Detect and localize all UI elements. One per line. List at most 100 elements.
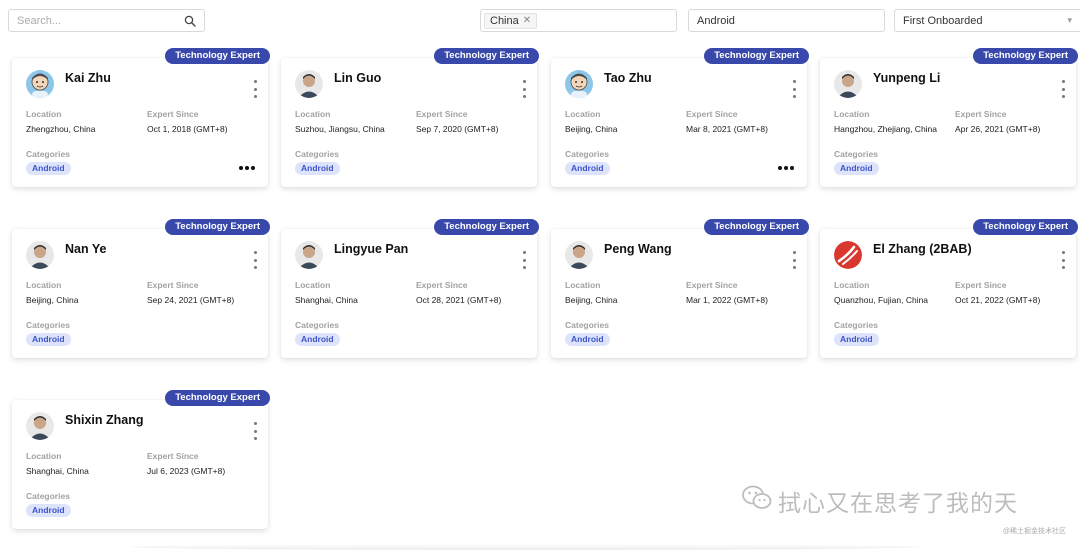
kebab-menu-icon[interactable]: [791, 80, 797, 98]
expert-since-label: Expert Since: [686, 280, 738, 290]
expert-name[interactable]: El Zhang (2BAB): [873, 242, 972, 256]
category-tag[interactable]: Android: [295, 162, 340, 175]
kebab-menu-icon[interactable]: [791, 251, 797, 269]
search-box[interactable]: [8, 9, 205, 32]
expert-name[interactable]: Peng Wang: [604, 242, 672, 256]
expert-since-label: Expert Since: [955, 109, 1007, 119]
expert-since-value: Oct 21, 2022 (GMT+8): [955, 295, 1041, 305]
category-tag[interactable]: Android: [295, 333, 340, 346]
more-horizontal-icon[interactable]: [239, 166, 255, 170]
technology-expert-badge: Technology Expert: [704, 48, 809, 64]
expert-since-label: Expert Since: [416, 280, 468, 290]
expert-since-label: Expert Since: [955, 280, 1007, 290]
location-label: Location: [26, 280, 62, 290]
expert-since-label: Expert Since: [147, 451, 199, 461]
categories-label: Categories: [834, 320, 878, 330]
expert-name[interactable]: Shixin Zhang: [65, 413, 143, 427]
kebab-menu-icon[interactable]: [1060, 251, 1066, 269]
technology-expert-badge: Technology Expert: [973, 219, 1078, 235]
expert-since-label: Expert Since: [147, 109, 199, 119]
expert-since-value: Oct 1, 2018 (GMT+8): [147, 124, 228, 134]
avatar: [295, 241, 323, 269]
categories-label: Categories: [565, 149, 609, 159]
avatar: [26, 412, 54, 440]
country-filter[interactable]: China ✕: [480, 9, 677, 32]
categories-label: Categories: [295, 320, 339, 330]
categories-label: Categories: [26, 320, 70, 330]
technology-expert-badge: Technology Expert: [165, 390, 270, 406]
location-value: Beijing, China: [26, 295, 79, 305]
categories-label: Categories: [26, 491, 70, 501]
kebab-menu-icon[interactable]: [252, 422, 258, 440]
search-input[interactable]: [17, 14, 167, 27]
expert-name[interactable]: Lingyue Pan: [334, 242, 408, 256]
category-tag[interactable]: Android: [834, 162, 879, 175]
category-tag[interactable]: Android: [565, 162, 610, 175]
remove-chip-icon[interactable]: ✕: [523, 15, 531, 26]
expert-card[interactable]: Technology Expert Nan Ye Location Beijing, …: [12, 219, 270, 358]
expert-since-value: Mar 8, 2021 (GMT+8): [686, 124, 768, 134]
expert-since-value: Oct 28, 2021 (GMT+8): [416, 295, 502, 305]
category-filter[interactable]: Android: [688, 9, 885, 32]
expert-since-label: Expert Since: [416, 109, 468, 119]
watermark-text: 拭心又在思考了我的天: [778, 491, 1018, 517]
location-value: Shanghai, China: [295, 295, 358, 305]
category-tag[interactable]: Android: [26, 504, 71, 517]
expert-since-label: Expert Since: [686, 109, 738, 119]
technology-expert-badge: Technology Expert: [434, 48, 539, 64]
more-horizontal-icon[interactable]: [778, 166, 794, 170]
search-icon[interactable]: [184, 15, 196, 27]
expert-name[interactable]: Kai Zhu: [65, 71, 111, 85]
expert-card[interactable]: Technology Expert Kai Zhu Location Zhengzho…: [12, 48, 270, 187]
expert-card[interactable]: Technology Expert Lin Guo Location Suzhou, …: [281, 48, 539, 187]
category-tag[interactable]: Android: [26, 333, 71, 346]
expert-since-label: Expert Since: [147, 280, 199, 290]
location-label: Location: [26, 451, 62, 461]
kebab-menu-icon[interactable]: [252, 80, 258, 98]
kebab-menu-icon[interactable]: [1060, 80, 1066, 98]
avatar: [295, 70, 323, 98]
location-value: Shanghai, China: [26, 466, 89, 476]
expert-since-value: Sep 24, 2021 (GMT+8): [147, 295, 235, 305]
kebab-menu-icon[interactable]: [521, 80, 527, 98]
location-label: Location: [565, 109, 601, 119]
expert-card[interactable]: Technology Expert Tao Zhu Location Beijing,…: [551, 48, 809, 187]
kebab-menu-icon[interactable]: [521, 251, 527, 269]
location-value: Quanzhou, Fujian, China: [834, 295, 929, 305]
location-value: Beijing, China: [565, 295, 618, 305]
expert-name[interactable]: Tao Zhu: [604, 71, 652, 85]
country-chip: China ✕: [484, 12, 538, 29]
chevron-down-icon: ▾: [1067, 15, 1072, 25]
expert-card[interactable]: Technology Expert Yunpeng Li Location Hangz…: [820, 48, 1078, 187]
expert-name[interactable]: Nan Ye: [65, 242, 106, 256]
location-label: Location: [295, 280, 331, 290]
sort-select[interactable]: First Onboarded ▾: [894, 9, 1080, 32]
location-value: Hangzhou, Zhejiang, China: [834, 124, 938, 134]
technology-expert-badge: Technology Expert: [704, 219, 809, 235]
expert-name[interactable]: Lin Guo: [334, 71, 381, 85]
expert-since-value: Sep 7, 2020 (GMT+8): [416, 124, 499, 134]
expert-name[interactable]: Yunpeng Li: [873, 71, 940, 85]
expert-card[interactable]: Technology Expert Shixin Zhang Location Sha…: [12, 390, 270, 529]
categories-label: Categories: [26, 149, 70, 159]
category-tag[interactable]: Android: [26, 162, 71, 175]
category-tag[interactable]: Android: [834, 333, 879, 346]
avatar: [834, 70, 862, 98]
kebab-menu-icon[interactable]: [252, 251, 258, 269]
expert-card[interactable]: Technology Expert El Zhang (2BAB) Location…: [820, 219, 1078, 358]
technology-expert-badge: Technology Expert: [165, 219, 270, 235]
category-tag[interactable]: Android: [565, 333, 610, 346]
avatar: [565, 241, 593, 269]
expert-card[interactable]: Technology Expert Peng Wang Location Beijin…: [551, 219, 809, 358]
avatar: [565, 70, 593, 98]
watermark: 拭心又在思考了我的天: [742, 484, 1018, 518]
avatar: [26, 70, 54, 98]
expert-card[interactable]: Technology Expert Lingyue Pan Location Shan…: [281, 219, 539, 358]
location-label: Location: [834, 109, 870, 119]
categories-label: Categories: [295, 149, 339, 159]
location-value: Zhengzhou, China: [26, 124, 96, 134]
expert-since-value: Mar 1, 2022 (GMT+8): [686, 295, 768, 305]
categories-label: Categories: [834, 149, 878, 159]
location-value: Suzhou, Jiangsu, China: [295, 124, 385, 134]
technology-expert-badge: Technology Expert: [434, 219, 539, 235]
